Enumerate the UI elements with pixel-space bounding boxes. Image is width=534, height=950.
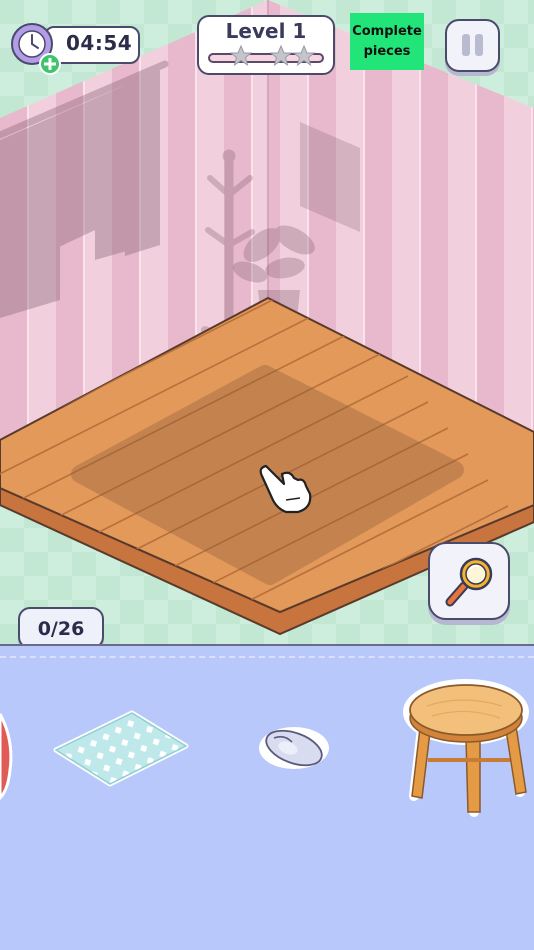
level-label: Level 1 bbox=[225, 19, 307, 43]
hint-magnifier-button[interactable] bbox=[428, 542, 510, 620]
wooden-stool-item[interactable] bbox=[402, 676, 532, 822]
pause-button[interactable] bbox=[445, 19, 500, 72]
pieces-counter: 0/26 bbox=[18, 607, 104, 649]
complete-pieces-button[interactable]: Complete pieces bbox=[350, 13, 424, 70]
level-panel: Level 1 bbox=[197, 15, 335, 75]
timer-value: 04:54 bbox=[66, 31, 133, 55]
rug-item[interactable] bbox=[52, 710, 190, 788]
pause-icon bbox=[462, 34, 470, 56]
pause-icon-bar bbox=[475, 34, 483, 56]
star-rating bbox=[229, 45, 316, 67]
star-icon bbox=[292, 45, 316, 67]
magnifier-icon bbox=[445, 557, 493, 607]
add-time-icon[interactable] bbox=[38, 52, 62, 76]
offscreen-red-item[interactable] bbox=[0, 710, 14, 800]
complete-pieces-label-line2: pieces bbox=[363, 43, 411, 59]
tray-dashed-line bbox=[0, 656, 534, 658]
timer-widget: 04:54 bbox=[10, 22, 140, 75]
computer-mouse-item[interactable] bbox=[256, 722, 332, 774]
star-icon bbox=[229, 45, 253, 67]
complete-pieces-label-line1: Complete bbox=[352, 23, 422, 39]
star-icon bbox=[269, 45, 293, 67]
